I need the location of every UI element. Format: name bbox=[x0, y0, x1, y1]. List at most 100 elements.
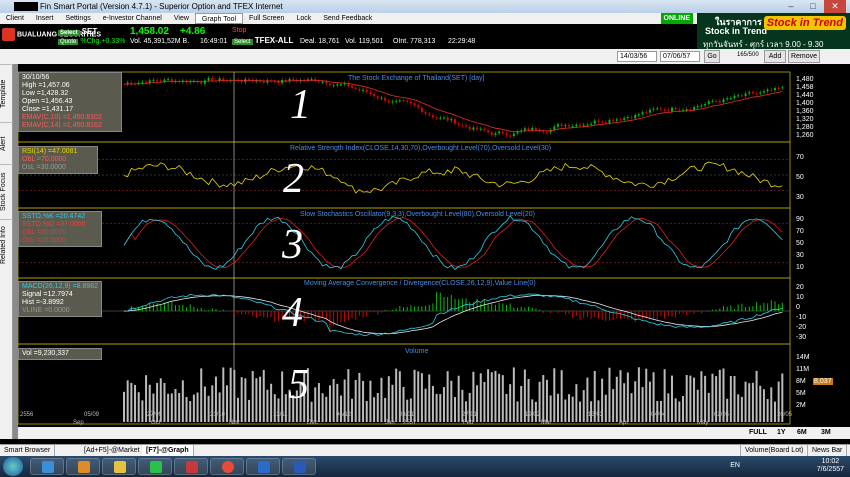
volume-bar bbox=[373, 397, 376, 422]
volume-board-lot[interactable]: Volume(Board Lot) bbox=[740, 445, 809, 456]
menu-full-screen[interactable]: Full Screen bbox=[243, 13, 290, 24]
language-indicator[interactable]: EN bbox=[730, 462, 740, 469]
add-button[interactable]: Add bbox=[764, 50, 786, 63]
candle-body bbox=[365, 90, 368, 92]
candle-body bbox=[604, 122, 607, 124]
clock-date: 7/6/2557 bbox=[816, 466, 844, 473]
month-label: Jan bbox=[385, 420, 395, 426]
minimize-button[interactable]: – bbox=[780, 0, 802, 13]
candle-body bbox=[141, 81, 144, 83]
period-3m[interactable]: 3M bbox=[818, 427, 834, 439]
volume-bar bbox=[634, 381, 637, 422]
menu-view[interactable]: View bbox=[168, 13, 195, 24]
candle-body bbox=[339, 84, 342, 86]
volume-bar bbox=[626, 372, 629, 422]
chart-area[interactable]: The Stock Exchange of Thailand(SET) [day… bbox=[18, 64, 850, 439]
volume-bar bbox=[130, 382, 133, 422]
tab-graph[interactable]: [F7]-@Graph bbox=[142, 445, 194, 456]
tab-smart-browser[interactable]: Smart Browser bbox=[0, 445, 56, 456]
tab-template[interactable]: Template bbox=[0, 64, 13, 122]
volume-bar bbox=[317, 383, 320, 422]
tab-market[interactable]: [Ad+F5]-@Market bbox=[80, 445, 145, 456]
info-signal: Signal =12.7974 bbox=[22, 291, 73, 298]
volume-bar bbox=[509, 384, 512, 422]
system-clock[interactable]: 10:02 7/6/2557 bbox=[817, 458, 844, 474]
candle-body bbox=[465, 125, 468, 127]
panel1-frame bbox=[18, 71, 791, 143]
tab-related-info[interactable]: Related Info bbox=[0, 219, 13, 271]
volume-bar bbox=[262, 369, 265, 422]
close-button[interactable]: ✕ bbox=[824, 0, 846, 13]
menu-e-investor[interactable]: e-Investor Channel bbox=[97, 13, 168, 24]
start-button[interactable] bbox=[3, 457, 23, 476]
tfex-symbol[interactable]: Select TFEX-ALL bbox=[232, 36, 293, 45]
candle-body bbox=[398, 100, 401, 102]
menu-client[interactable]: Client bbox=[0, 13, 30, 24]
volume-bar bbox=[737, 394, 740, 422]
quote-stop: Stop bbox=[232, 27, 247, 34]
volume-bar bbox=[376, 392, 379, 422]
menu-graph-tool[interactable]: Graph Tool bbox=[194, 13, 244, 24]
tab-stock-focus[interactable]: Stock Focus bbox=[0, 164, 13, 219]
panel5-title: Volume bbox=[405, 348, 429, 355]
taskbar-app-icon[interactable] bbox=[174, 458, 208, 475]
volume-bar bbox=[762, 389, 765, 422]
info-rsi: RSI(14) =47.0081 bbox=[22, 148, 78, 155]
taskbar-chrome-icon[interactable] bbox=[210, 458, 244, 475]
menu-send-feedback[interactable]: Send Feedback bbox=[317, 13, 378, 24]
candle-body bbox=[159, 80, 162, 82]
date-from-input[interactable]: 14/03/56 bbox=[617, 51, 657, 62]
period-1y[interactable]: 1Y bbox=[774, 427, 789, 439]
taskbar-word-icon[interactable] bbox=[282, 458, 316, 475]
menu-insert[interactable]: Insert bbox=[30, 13, 60, 24]
maximize-button[interactable]: □ bbox=[802, 0, 824, 13]
tab-alert[interactable]: Alert bbox=[0, 122, 13, 164]
go-button[interactable]: Go bbox=[704, 50, 720, 63]
menu-bar: Client Insert Settings e-Investor Channe… bbox=[0, 13, 697, 24]
quote-symbol-text: SET bbox=[81, 27, 98, 36]
taskbar-line-icon[interactable] bbox=[138, 458, 172, 475]
candle-body bbox=[777, 88, 780, 90]
ad-banner[interactable]: ในราคาการ Stock in Trend ทุกวันจันทร์ - … bbox=[697, 13, 850, 49]
month-label: Apr bbox=[619, 420, 629, 426]
date-to-input[interactable]: 07/06/57 bbox=[660, 51, 700, 62]
menu-settings[interactable]: Settings bbox=[59, 13, 96, 24]
ssto-tick: 90 bbox=[796, 216, 804, 223]
period-6m[interactable]: 6M bbox=[794, 427, 810, 439]
info-ssto-k: SSTO.%K =20.4742 bbox=[22, 213, 86, 220]
quote-bar: BUALUANG SECURITIES Select SET 1,458.02 +… bbox=[0, 24, 697, 49]
candle-body bbox=[130, 82, 133, 84]
volume-bar bbox=[564, 399, 567, 422]
volume-bar bbox=[384, 397, 387, 422]
volume-bar bbox=[450, 380, 453, 422]
candle-body bbox=[450, 119, 453, 121]
candle-body bbox=[310, 78, 313, 80]
ssto-d-line bbox=[123, 217, 783, 269]
news-bar[interactable]: News Bar bbox=[808, 445, 848, 456]
quote-symbol[interactable]: Select SET bbox=[58, 27, 97, 36]
period-full[interactable]: FULL bbox=[746, 427, 770, 439]
taskbar-media-icon[interactable] bbox=[66, 458, 100, 475]
remove-button[interactable]: Remove bbox=[788, 50, 820, 63]
candle-body bbox=[362, 90, 365, 92]
volume-bar bbox=[233, 369, 236, 422]
taskbar-app2-icon[interactable] bbox=[246, 458, 280, 475]
volume-bar bbox=[387, 376, 390, 422]
candle-body bbox=[527, 128, 530, 131]
info-rsi-osl: OsL =30.0000 bbox=[22, 164, 66, 171]
month-label: Feb bbox=[463, 420, 474, 426]
taskbar-folder-icon[interactable] bbox=[102, 458, 136, 475]
volume-bar bbox=[442, 387, 445, 422]
volume-bar bbox=[704, 375, 707, 422]
volume-bar bbox=[310, 401, 313, 422]
quote-last: 1,458.02 bbox=[130, 26, 169, 37]
scale-readout: 165/500 bbox=[735, 51, 761, 62]
candle-body bbox=[457, 123, 460, 125]
taskbar-explorer-icon[interactable] bbox=[30, 458, 64, 475]
candle-body bbox=[755, 93, 758, 95]
volume-bar bbox=[321, 393, 324, 422]
menu-lock[interactable]: Lock bbox=[290, 13, 317, 24]
year-label: 2556 bbox=[20, 412, 34, 418]
ssto-tick: 50 bbox=[796, 240, 804, 247]
volume-bar bbox=[556, 393, 559, 422]
